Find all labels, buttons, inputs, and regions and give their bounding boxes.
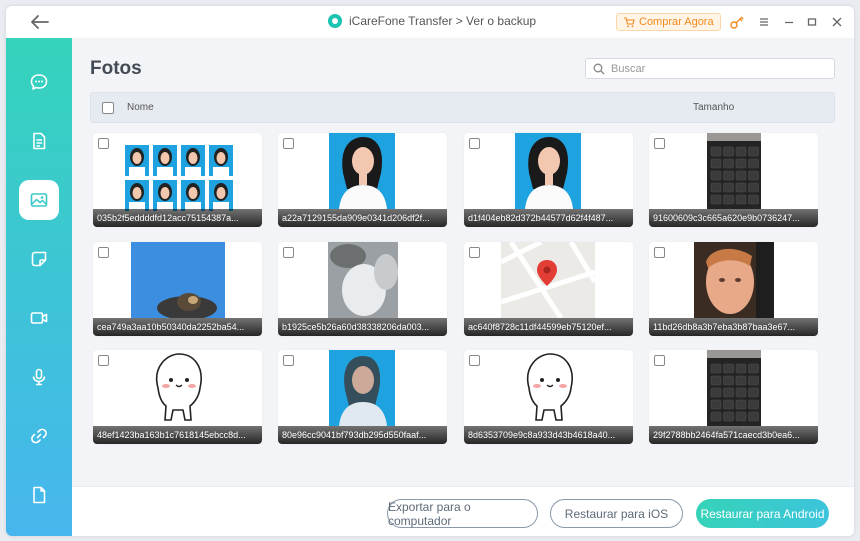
photo-checkbox[interactable]	[283, 247, 294, 258]
window-title-text: iCareFone Transfer > Ver o backup	[349, 14, 537, 28]
cart-icon	[624, 16, 635, 27]
photo-thumbnail	[694, 242, 774, 318]
table-header: Nome Tamanho	[90, 92, 835, 123]
photo-checkbox[interactable]	[98, 138, 109, 149]
photo-filename: 80e96cc9041bf793db295d550faaf...	[278, 426, 447, 444]
photo-thumbnail	[328, 242, 398, 318]
sidebar-item-files[interactable]	[19, 475, 59, 515]
column-header-name[interactable]: Nome	[127, 102, 154, 113]
photo-checkbox[interactable]	[654, 247, 665, 258]
photo-card[interactable]: ac640f8728c11df44599eb75120ef...	[464, 242, 633, 336]
menu-icon[interactable]	[756, 14, 772, 30]
photo-thumbnail	[707, 133, 761, 209]
photo-checkbox[interactable]	[98, 355, 109, 366]
photo-card[interactable]: a22a7129155da909e0341d206df2f...	[278, 133, 447, 227]
buy-now-button[interactable]: Comprar Agora	[616, 13, 721, 31]
link-icon	[31, 428, 47, 444]
minimize-icon[interactable]	[781, 14, 797, 30]
key-icon[interactable]	[729, 14, 745, 30]
buy-now-label: Comprar Agora	[639, 16, 714, 28]
page-title: Fotos	[90, 58, 142, 79]
search-box[interactable]	[585, 58, 835, 79]
app-window: iCareFone Transfer > Ver o backup Compra…	[6, 6, 854, 536]
photo-filename: b1925ce5b26a60d38338206da003...	[278, 318, 447, 336]
main-content: Fotos Nome Tamanho 035b2f5eddddfd12acc75…	[72, 38, 854, 536]
photo-card[interactable]: 80e96cc9041bf793db295d550faaf...	[278, 350, 447, 444]
restore-to-android-button[interactable]: Restaurar para Android	[696, 499, 829, 528]
photo-filename: 11bd26db8a3b7eba3b87baa3e67...	[649, 318, 818, 336]
stickers-icon	[31, 251, 47, 267]
photo-card[interactable]: 035b2f5eddddfd12acc75154387a...	[93, 133, 262, 227]
photo-thumbnail	[329, 350, 395, 426]
photo-filename: cea749a3aa10b50340da2252ba54...	[93, 318, 262, 336]
sidebar-item-audio[interactable]	[19, 357, 59, 397]
export-to-computer-button[interactable]: Exportar para o computador	[387, 499, 538, 528]
photo-checkbox[interactable]	[283, 138, 294, 149]
photo-filename: d1f404eb82d372b44577d62f4f487...	[464, 209, 633, 227]
file-icon	[33, 486, 46, 504]
sidebar-item-photos[interactable]	[19, 180, 59, 220]
photo-filename: a22a7129155da909e0341d206df2f...	[278, 209, 447, 227]
photo-thumbnail	[707, 350, 761, 426]
back-arrow-icon[interactable]	[28, 13, 50, 31]
photo-filename: 48ef1423ba163b1c7618145ebcc8d...	[93, 426, 262, 444]
photo-card[interactable]: 29f2788bb2464fa571caecd3b0ea6...	[649, 350, 818, 444]
photo-filename: 8d6353709e9c8a933d43b4618a40...	[464, 426, 633, 444]
photo-filename: ac640f8728c11df44599eb75120ef...	[464, 318, 633, 336]
photo-checkbox[interactable]	[469, 247, 480, 258]
photo-filename: 29f2788bb2464fa571caecd3b0ea6...	[649, 426, 818, 444]
photo-thumbnail	[501, 242, 595, 318]
sidebar-item-messages[interactable]	[19, 62, 59, 102]
photo-thumbnail	[514, 350, 584, 426]
restore-to-ios-button[interactable]: Restaurar para iOS	[550, 499, 683, 528]
messages-icon	[30, 74, 48, 90]
photo-thumbnail	[125, 145, 235, 211]
title-bar: iCareFone Transfer > Ver o backup Compra…	[6, 6, 854, 38]
microphone-icon	[32, 368, 46, 386]
column-header-size[interactable]: Tamanho	[693, 102, 734, 113]
photo-card[interactable]: 91600609c3c665a620e9b0736247...	[649, 133, 818, 227]
photo-checkbox[interactable]	[98, 247, 109, 258]
photo-card[interactable]: d1f404eb82d372b44577d62f4f487...	[464, 133, 633, 227]
photo-thumbnail	[143, 350, 213, 426]
photo-checkbox[interactable]	[469, 355, 480, 366]
search-input[interactable]	[611, 62, 821, 75]
sidebar-item-stickers[interactable]	[19, 239, 59, 279]
sidebar-item-documents[interactable]	[19, 121, 59, 161]
app-logo-icon	[328, 14, 342, 28]
photo-checkbox[interactable]	[283, 355, 294, 366]
sidebar-item-links[interactable]	[19, 416, 59, 456]
close-icon[interactable]	[829, 14, 845, 30]
documents-icon	[33, 132, 46, 150]
window-title: iCareFone Transfer > Ver o backup	[328, 14, 536, 28]
photo-thumbnail	[131, 242, 225, 318]
photo-thumbnail	[515, 133, 581, 209]
action-footer: Exportar para o computador Restaurar par…	[72, 486, 854, 536]
photo-checkbox[interactable]	[469, 138, 480, 149]
photo-card[interactable]: cea749a3aa10b50340da2252ba54...	[93, 242, 262, 336]
photo-card[interactable]: 8d6353709e9c8a933d43b4618a40...	[464, 350, 633, 444]
search-icon	[593, 63, 605, 74]
photo-filename: 035b2f5eddddfd12acc75154387a...	[93, 209, 262, 227]
photo-card[interactable]: 48ef1423ba163b1c7618145ebcc8d...	[93, 350, 262, 444]
photo-card[interactable]: b1925ce5b26a60d38338206da003...	[278, 242, 447, 336]
sidebar	[6, 38, 72, 536]
photos-icon	[30, 193, 48, 207]
select-all-checkbox[interactable]	[102, 102, 114, 114]
photo-card[interactable]: 11bd26db8a3b7eba3b87baa3e67...	[649, 242, 818, 336]
maximize-icon[interactable]	[804, 14, 820, 30]
video-icon	[30, 312, 48, 324]
photo-checkbox[interactable]	[654, 355, 665, 366]
photo-thumbnail	[329, 133, 395, 209]
sidebar-item-video[interactable]	[19, 298, 59, 338]
photo-checkbox[interactable]	[654, 138, 665, 149]
photo-filename: 91600609c3c665a620e9b0736247...	[649, 209, 818, 227]
